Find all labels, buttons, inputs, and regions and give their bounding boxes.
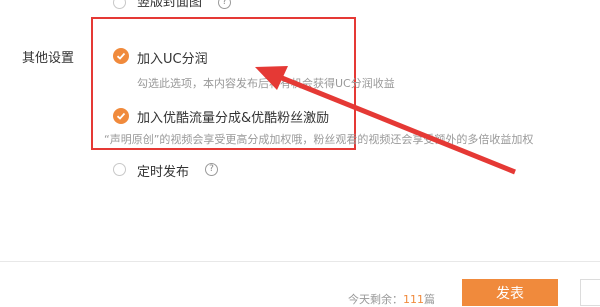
check-icon	[116, 112, 126, 120]
question-icon[interactable]: ?	[205, 163, 218, 176]
remaining-label: 今天剩余：	[348, 293, 403, 306]
publish-button[interactable]: 发表	[462, 279, 558, 306]
vertical-cover-label: 竖版封面图	[137, 0, 203, 10]
remaining-count: 今天剩余：111篇	[348, 291, 435, 307]
remaining-number: 111	[403, 293, 424, 306]
join-uc-checkbox[interactable]	[113, 48, 129, 64]
question-icon[interactable]: ?	[218, 0, 231, 9]
footer-divider	[0, 261, 600, 262]
check-icon	[116, 52, 126, 60]
vertical-cover-radio[interactable]	[113, 0, 126, 9]
secondary-button[interactable]	[580, 279, 600, 306]
red-arrow-icon	[255, 66, 516, 175]
join-uc-label: 加入UC分润	[137, 52, 208, 67]
youku-checkbox[interactable]	[113, 108, 129, 124]
section-label-other-settings: 其他设置	[22, 51, 75, 66]
scheduled-label: 定时发布	[137, 165, 190, 180]
scheduled-radio[interactable]	[113, 163, 126, 176]
remaining-unit: 篇	[424, 293, 435, 306]
